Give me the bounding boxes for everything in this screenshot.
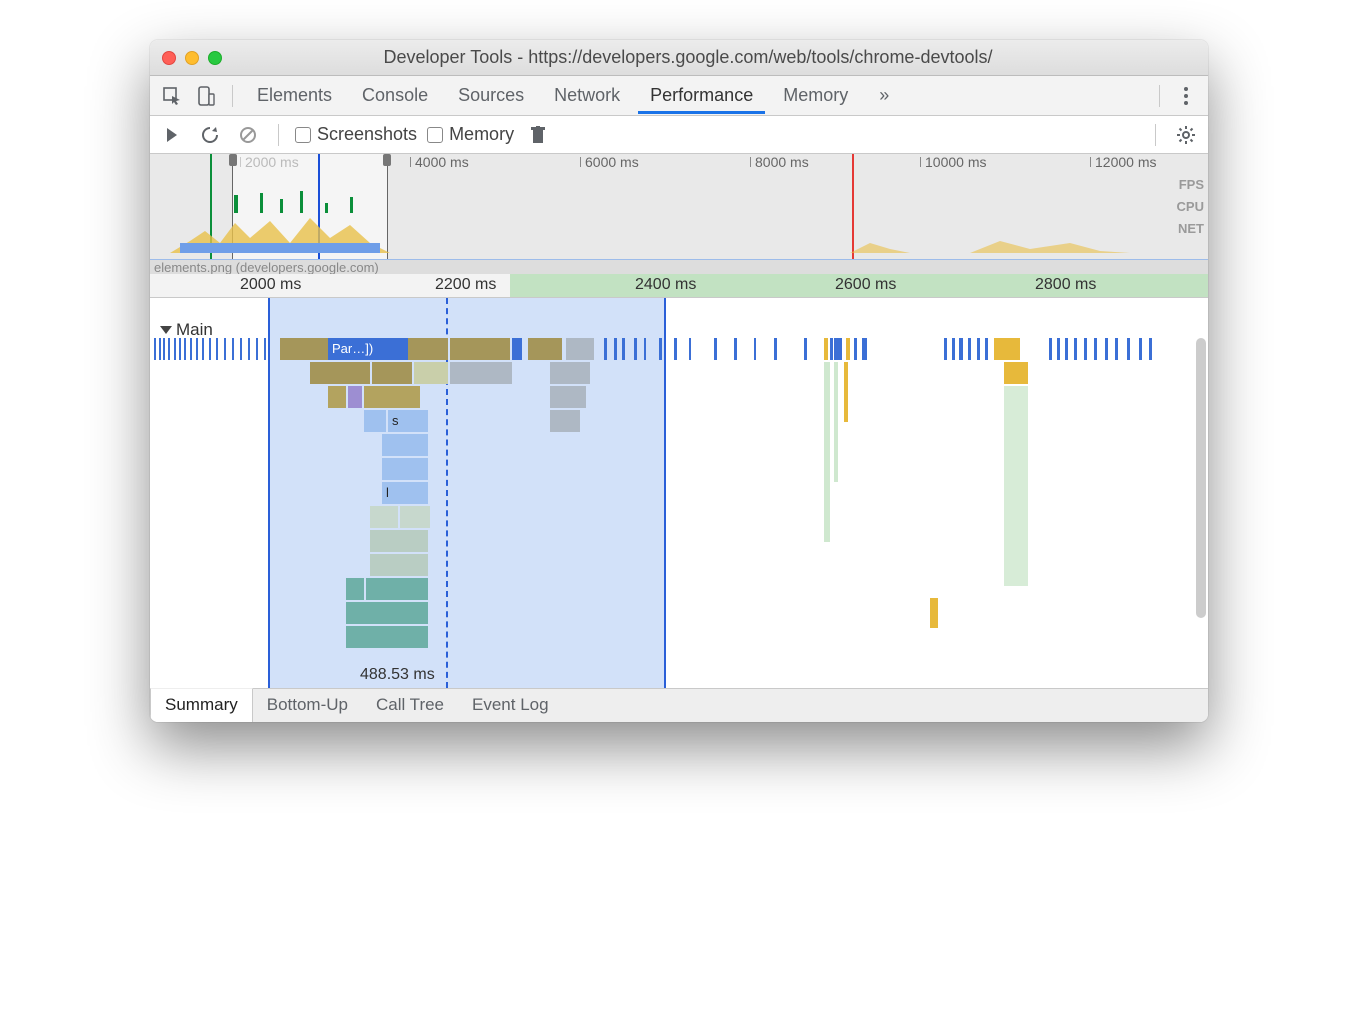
ruler-tick: 2600 ms — [835, 276, 896, 294]
reload-icon[interactable] — [196, 121, 224, 149]
traffic-lights — [162, 51, 222, 65]
garbage-collect-icon[interactable] — [524, 121, 552, 149]
flame-chart[interactable]: Main 488.53 ms Par…]) — [150, 298, 1208, 688]
detail-tab-summary[interactable]: Summary — [150, 688, 253, 722]
tab-elements[interactable]: Elements — [245, 77, 344, 114]
ruler-tick: 2800 ms — [1035, 276, 1096, 294]
ov-tick-label: 4000 ms — [415, 154, 469, 170]
selection-handle-left[interactable] — [229, 154, 237, 166]
inspect-element-icon[interactable] — [158, 82, 186, 110]
detail-tab-eventlog[interactable]: Event Log — [458, 689, 563, 722]
ov-tick-label: 8000 ms — [755, 154, 809, 170]
more-tabs-icon[interactable]: » — [870, 82, 898, 110]
main-thread-label: Main — [176, 320, 213, 340]
window-title: Developer Tools - https://developers.goo… — [230, 47, 1196, 68]
fps-label: FPS — [1177, 174, 1204, 196]
clear-icon[interactable] — [234, 121, 262, 149]
network-row-label: elements.png (developers.google.com) — [150, 260, 1208, 274]
overview-pane[interactable]: 2000 ms 4000 ms 6000 ms 8000 ms 10000 ms… — [150, 154, 1208, 274]
ruler-tick: 2200 ms — [435, 276, 496, 294]
flame-block-s[interactable]: s — [388, 410, 428, 432]
close-window-button[interactable] — [162, 51, 176, 65]
tab-sources[interactable]: Sources — [446, 77, 536, 114]
main-thread-toggle[interactable]: Main — [160, 320, 213, 340]
scrollbar-vertical[interactable] — [1196, 338, 1206, 618]
device-toolbar-icon[interactable] — [192, 82, 220, 110]
separator — [278, 124, 279, 146]
flame-canvas: Par…]) — [150, 338, 1194, 688]
memory-checkbox[interactable]: Memory — [427, 124, 514, 145]
ov-tick-label: 6000 ms — [585, 154, 639, 170]
timeline-ruler[interactable]: 2000 ms 2200 ms 2400 ms 2600 ms 2800 ms … — [150, 274, 1208, 298]
tab-network[interactable]: Network — [542, 77, 632, 114]
separator — [1155, 124, 1156, 146]
detail-tab-calltree[interactable]: Call Tree — [362, 689, 458, 722]
flame-block-l[interactable]: l — [382, 482, 428, 504]
panel-tabstrip: Elements Console Sources Network Perform… — [150, 76, 1208, 116]
minimize-window-button[interactable] — [185, 51, 199, 65]
flame-block-parse[interactable]: Par…]) — [328, 338, 408, 360]
screenshots-label: Screenshots — [317, 124, 417, 145]
separator — [232, 85, 233, 107]
titlebar: Developer Tools - https://developers.goo… — [150, 40, 1208, 76]
detail-tab-bottomup[interactable]: Bottom-Up — [253, 689, 362, 722]
separator — [1159, 85, 1160, 107]
tab-console[interactable]: Console — [350, 77, 440, 114]
ruler-tick: 2000 ms — [240, 276, 301, 294]
selection-handle-right[interactable] — [383, 154, 391, 166]
triangle-down-icon — [160, 326, 172, 334]
devtools-window: Developer Tools - https://developers.goo… — [150, 40, 1208, 722]
kebab-menu-icon[interactable] — [1172, 82, 1200, 110]
settings-gear-icon[interactable] — [1172, 121, 1200, 149]
performance-toolbar: Screenshots Memory — [150, 116, 1208, 154]
ov-tick-label: 10000 ms — [925, 154, 986, 170]
zoom-window-button[interactable] — [208, 51, 222, 65]
tab-performance[interactable]: Performance — [638, 77, 765, 114]
screenshots-checkbox[interactable]: Screenshots — [295, 124, 417, 145]
memory-label: Memory — [449, 124, 514, 145]
detail-tabstrip: Summary Bottom-Up Call Tree Event Log — [150, 688, 1208, 722]
ruler-tick: 2400 ms — [635, 276, 696, 294]
ov-tick-label: 12000 ms — [1095, 154, 1156, 170]
overview-cpu-graph — [150, 213, 1208, 253]
tab-memory[interactable]: Memory — [771, 77, 860, 114]
record-icon[interactable] — [158, 121, 186, 149]
